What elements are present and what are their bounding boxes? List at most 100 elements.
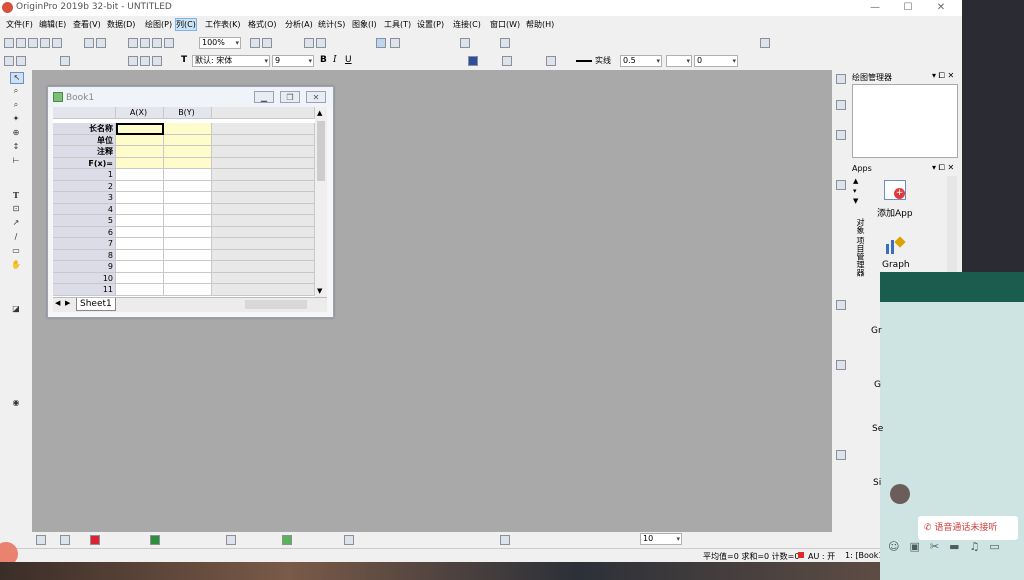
gif-icon[interactable]: ▣ [909, 540, 929, 553]
close-button[interactable]: ✕ [926, 1, 956, 15]
label-cell[interactable] [164, 157, 212, 169]
chat-avatar[interactable] [890, 484, 910, 504]
apps-scrollbar[interactable] [947, 176, 957, 272]
row-header[interactable]: 3 [53, 192, 116, 204]
data-cell[interactable] [164, 215, 212, 227]
row-header[interactable]: 11 [53, 284, 116, 296]
label-cell[interactable] [164, 146, 212, 158]
apps-scroll-arrows-icon[interactable]: ▲ ▾ ▼ [853, 176, 863, 216]
data-cell[interactable] [164, 180, 212, 192]
missed-call-message[interactable]: ✆ 语音通话未接听 [918, 516, 1018, 540]
mask-tool-icon[interactable]: ◉ [10, 398, 22, 408]
hand-tool-icon[interactable]: ✋ [10, 260, 22, 270]
new-function-icon[interactable] [52, 38, 62, 48]
tab-objects[interactable]: 对象 [856, 218, 865, 234]
results-log-icon[interactable] [316, 38, 326, 48]
3d-surface-icon[interactable] [226, 535, 236, 545]
open-template-icon[interactable] [140, 38, 150, 48]
folder-icon[interactable]: ▬ [949, 540, 969, 553]
project-explorer-icon[interactable] [390, 38, 400, 48]
horizontal-scrollbar[interactable] [245, 300, 307, 309]
menu-file[interactable]: 文件(F) [6, 19, 33, 30]
menu-data[interactable]: 数据(D) [107, 19, 135, 30]
plot-tool-1-icon[interactable] [836, 74, 846, 84]
draw-data-icon[interactable]: ⊡ [10, 204, 22, 214]
angle-combo[interactable]: 0 [694, 55, 738, 67]
new-project-icon[interactable] [4, 38, 14, 48]
menu-connect[interactable]: 连接(C) [453, 19, 481, 30]
label-cell[interactable] [164, 134, 212, 146]
add-column-icon[interactable] [460, 38, 470, 48]
save-icon[interactable] [152, 38, 162, 48]
add-app-icon[interactable]: + [884, 180, 906, 200]
data-cell[interactable] [116, 180, 164, 192]
screen-reader-icon[interactable]: ✦ [10, 114, 22, 124]
label-cell[interactable] [116, 134, 164, 146]
row-header[interactable]: 4 [53, 203, 116, 215]
layout-arrange-icon[interactable] [344, 535, 354, 545]
refresh-icon[interactable] [250, 38, 260, 48]
new-workbook-icon[interactable] [16, 38, 26, 48]
duplicate-icon[interactable] [262, 38, 272, 48]
data-cell[interactable] [164, 272, 212, 284]
menu-worksheet[interactable]: 工作表(K) [205, 19, 241, 30]
row-header[interactable]: 5 [53, 215, 116, 227]
italic-button[interactable]: I [333, 55, 337, 65]
add-app-label[interactable]: 添加App [877, 206, 913, 219]
zoom-out-tool-icon[interactable]: ⌕ [10, 100, 22, 110]
data-cell[interactable] [164, 249, 212, 261]
area-plot-icon[interactable] [150, 535, 160, 545]
active-cell[interactable] [116, 123, 164, 135]
new-graph-icon[interactable] [28, 38, 38, 48]
data-cell[interactable] [116, 192, 164, 204]
scroll-down-icon[interactable]: ▼ [317, 287, 322, 295]
maximize-button[interactable]: ☐ [893, 1, 923, 15]
line-style-label[interactable]: 实线 [595, 55, 611, 66]
workbook-window[interactable]: Book1 ▁ ❐ ✕ A(X) B(Y) 长名称 单位 注释 F(x)= 1 2 3 4 5 6 7 8… [47, 86, 334, 318]
font-color-icon[interactable] [468, 56, 478, 66]
row-header[interactable]: 7 [53, 238, 116, 250]
data-cell[interactable] [116, 203, 164, 215]
sheet-tab-sheet1[interactable]: Sheet1 [76, 298, 116, 311]
label-cell[interactable] [164, 123, 212, 135]
scatter-plot-icon[interactable] [60, 535, 70, 545]
label-cell[interactable] [116, 157, 164, 169]
object-size-combo[interactable]: 10 [640, 533, 682, 545]
new-layout-icon[interactable] [84, 38, 94, 48]
worksheet-vertical-scrollbar[interactable]: ▲ ▼ [315, 107, 327, 297]
row-header[interactable]: 1 [53, 169, 116, 181]
arrow-tool-icon[interactable]: ↗ [10, 218, 22, 228]
menu-column[interactable]: 列(C) [175, 18, 197, 31]
menu-settings[interactable]: 设置(P) [417, 19, 444, 30]
text-tool-icon[interactable]: T [10, 190, 22, 200]
data-cell[interactable] [116, 284, 164, 296]
import-wizard-icon[interactable] [60, 56, 70, 66]
scrollbar-thumb[interactable] [317, 121, 325, 181]
scissors-icon[interactable]: ✂ [930, 540, 949, 553]
menu-image[interactable]: 图象(I) [352, 19, 377, 30]
column-header[interactable]: B(Y) [164, 107, 212, 119]
menu-plot[interactable]: 绘图(P) [145, 19, 172, 30]
zoom-tool-icon[interactable]: ⌕ [10, 86, 22, 96]
menu-help[interactable]: 帮助(H) [526, 19, 554, 30]
data-selector-icon[interactable]: ⊢ [10, 156, 22, 166]
pointer-tool-icon[interactable]: ↖ [10, 72, 24, 84]
paste-icon[interactable] [152, 56, 162, 66]
plot-tool-7-icon[interactable] [836, 450, 846, 460]
label-row-header[interactable]: 注释 [53, 146, 116, 158]
contour-plot-icon[interactable] [282, 535, 292, 545]
font-name-combo[interactable]: 默认: 宋体 [192, 55, 270, 67]
line-width-combo[interactable]: 0.5 [620, 55, 662, 67]
fill-color-icon[interactable] [502, 56, 512, 66]
line-tool-icon[interactable]: ∕ [10, 232, 22, 242]
data-cell[interactable] [116, 249, 164, 261]
column-header[interactable]: A(X) [116, 107, 164, 119]
plot-tool-6-icon[interactable] [836, 360, 846, 370]
panel-menu-icon[interactable]: ▾ ⧠ ✕ [932, 71, 954, 81]
row-header[interactable]: 2 [53, 180, 116, 192]
row-header[interactable]: 9 [53, 261, 116, 273]
zoom-combo[interactable]: 100% [199, 37, 241, 49]
apps-panel-menu-icon[interactable]: ▾ ⧠ ✕ [932, 163, 954, 173]
data-cell[interactable] [164, 226, 212, 238]
label-row-header[interactable]: F(x)= [53, 157, 116, 169]
